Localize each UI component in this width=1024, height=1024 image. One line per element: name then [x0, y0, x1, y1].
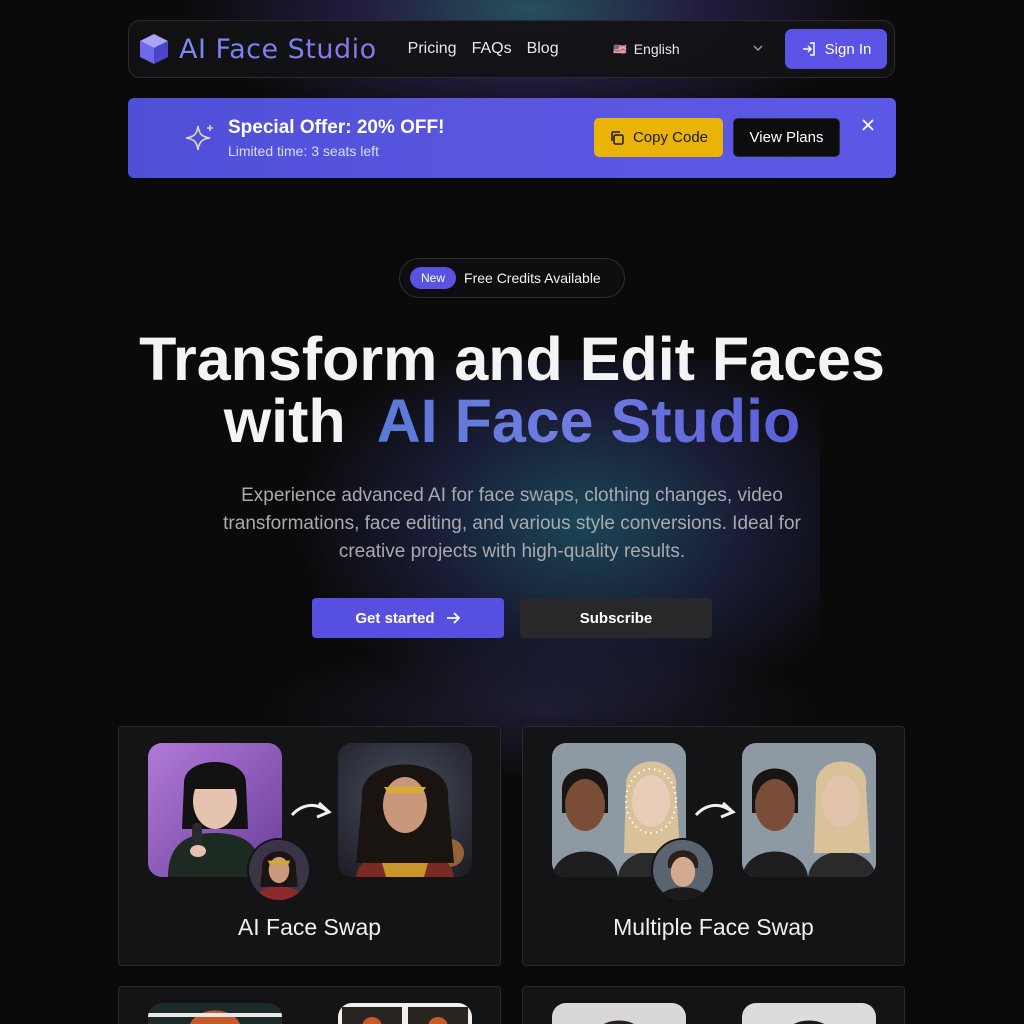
card-title: AI Face Swap: [237, 914, 382, 940]
curved-arrow-icon: [694, 801, 736, 819]
top-navbar: AI Face Studio Pricing FAQs Blog 🇺🇸 Engl…: [128, 20, 895, 78]
offer-title: Special Offer: 20% OFF!: [228, 117, 445, 138]
nav-links: Pricing FAQs Blog: [408, 40, 559, 58]
close-icon[interactable]: [861, 118, 875, 132]
badge-text: Free Credits Available: [464, 270, 601, 286]
hero-title-brand: AI Face Studio: [376, 387, 801, 455]
nav-link-pricing[interactable]: Pricing: [408, 40, 457, 58]
hero-description: Experience advanced AI for face swaps, c…: [223, 485, 801, 562]
offer-subtitle: Limited time: 3 seats left: [228, 143, 379, 159]
get-started-button[interactable]: Get started: [312, 598, 504, 638]
sign-in-label: Sign In: [824, 40, 872, 58]
card-3-source-photo: [148, 1003, 282, 1024]
result-photo: [338, 743, 472, 877]
copy-icon: [611, 130, 624, 145]
free-credits-badge[interactable]: New Free Credits Available: [399, 258, 625, 298]
brand-name: AI Face Studio: [179, 33, 377, 65]
result-group-photo: [742, 743, 876, 877]
hero-title-prefix: with: [223, 387, 346, 455]
get-started-label: Get started: [355, 609, 435, 627]
card-4-source-photo: [552, 1003, 686, 1024]
view-plans-button[interactable]: View Plans: [733, 118, 840, 157]
new-tag: New: [410, 267, 457, 289]
nav-link-blog[interactable]: Blog: [527, 40, 559, 58]
copy-code-label: Copy Code: [632, 129, 709, 146]
hero-title-line1: Transform and Edit Faces: [139, 325, 885, 393]
target-face-photo-2: [651, 838, 715, 902]
card-title: Multiple Face Swap: [613, 914, 814, 940]
chevron-down-icon: [753, 45, 763, 52]
sign-in-icon: [802, 42, 815, 56]
language-select[interactable]: 🇺🇸 English: [603, 32, 771, 66]
curved-arrow-icon: [290, 801, 332, 819]
feature-card-ai-face-swap[interactable]: AI Face Swap: [118, 726, 501, 966]
nav-link-faqs[interactable]: FAQs: [472, 40, 512, 58]
feature-card-multiple-face-swap[interactable]: Multiple Face Swap: [522, 726, 905, 966]
subscribe-button[interactable]: Subscribe: [520, 598, 712, 638]
hero-title: Transform and Edit Faces with AI Face St…: [0, 328, 1024, 452]
sign-in-button[interactable]: Sign In: [785, 29, 887, 69]
sparkle-icon: [185, 125, 213, 151]
special-offer-banner: Special Offer: 20% OFF! Limited time: 3 …: [128, 98, 896, 178]
card-4-result-photo: [742, 1003, 876, 1024]
language-label: English: [633, 41, 680, 57]
target-face-photo: [247, 838, 311, 902]
copy-code-button[interactable]: Copy Code: [594, 118, 723, 157]
feature-card-4[interactable]: [522, 986, 905, 1024]
arrow-right-icon: [446, 612, 460, 624]
feature-card-3[interactable]: [118, 986, 501, 1024]
flag-icon: 🇺🇸: [613, 43, 627, 56]
card-3-result-photo: [338, 1003, 472, 1024]
logo[interactable]: AI Face Studio: [137, 32, 377, 66]
cube-logo-icon: [140, 34, 168, 64]
